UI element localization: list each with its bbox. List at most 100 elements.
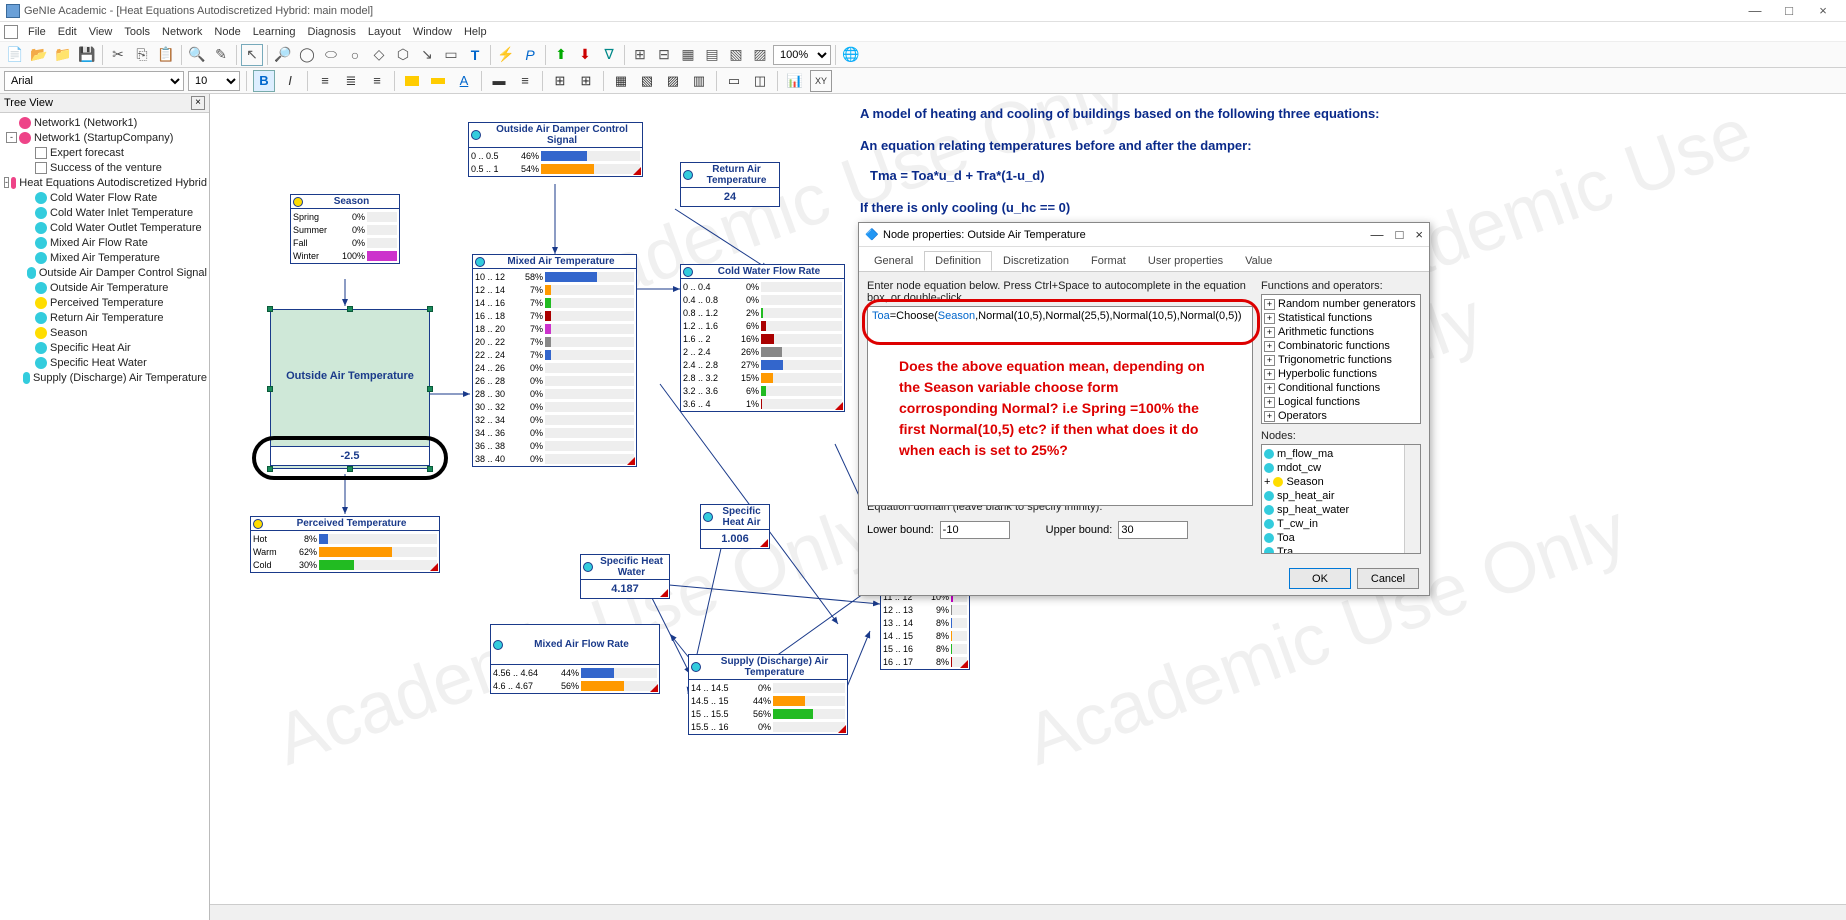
node-supply-air-temp[interactable]: Supply (Discharge) Air Temperature 14 ..… (688, 654, 848, 735)
line-color-button[interactable] (427, 70, 449, 92)
copy-icon[interactable]: ⎘ (131, 44, 153, 66)
font-name-select[interactable]: Arial (4, 71, 184, 91)
menu-tools[interactable]: Tools (124, 26, 150, 38)
cut-icon[interactable]: ✂ (107, 44, 129, 66)
bold-button[interactable]: B (253, 70, 275, 92)
tree-close-button[interactable]: × (191, 96, 205, 110)
node-perceived-temp[interactable]: Perceived Temperature Hot8%Warm62%Cold30… (250, 516, 440, 573)
canvas[interactable]: Academic Use Only Academic Use Only Acad… (210, 94, 1846, 920)
dialog-maximize-button[interactable]: □ (1396, 227, 1404, 242)
layer1-button[interactable]: ▦ (610, 70, 632, 92)
align-right-button[interactable]: ≡ (366, 70, 388, 92)
function-item[interactable]: +Trigonometric functions (1264, 353, 1418, 367)
node-list-item[interactable]: +Season (1264, 475, 1418, 489)
arrow-up-green-icon[interactable]: ⬆ (550, 44, 572, 66)
node-damper[interactable]: Outside Air Damper Control Signal 0 .. 0… (468, 122, 643, 177)
folder-icon[interactable]: 📁 (52, 44, 74, 66)
grid4-icon[interactable]: ▨ (749, 44, 771, 66)
ellipse2-icon[interactable]: ⬭ (320, 44, 342, 66)
grid-off-button[interactable]: ⊞ (575, 70, 597, 92)
edit-icon[interactable]: ✎ (210, 44, 232, 66)
function-item[interactable]: +Operators (1264, 409, 1418, 423)
horizontal-scrollbar[interactable] (210, 904, 1846, 920)
lower-bound-input[interactable] (940, 521, 1010, 539)
tab-user-properties[interactable]: User properties (1137, 251, 1234, 271)
node-specific-heat-water[interactable]: Specific Heat Water 4.187 (580, 554, 670, 599)
function-item[interactable]: +Statistical functions (1264, 311, 1418, 325)
maximize-button[interactable]: □ (1772, 3, 1806, 18)
menu-help[interactable]: Help (464, 26, 487, 38)
menu-diagnosis[interactable]: Diagnosis (308, 26, 356, 38)
open-icon[interactable]: 📂 (28, 44, 50, 66)
node-properties-dialog[interactable]: 🔷 Node properties: Outside Air Temperatu… (858, 222, 1430, 596)
view1-button[interactable]: ▭ (723, 70, 745, 92)
upper-bound-input[interactable] (1118, 521, 1188, 539)
grid1-icon[interactable]: ▦ (677, 44, 699, 66)
hex-icon[interactable]: ⬡ (392, 44, 414, 66)
grid3-icon[interactable]: ▧ (725, 44, 747, 66)
minimize-button[interactable]: — (1738, 3, 1772, 18)
find-icon[interactable]: 🔍 (186, 44, 208, 66)
pointer-icon[interactable]: ↖ (241, 44, 263, 66)
tree-item[interactable]: Perceived Temperature (2, 295, 207, 310)
menu-learning[interactable]: Learning (253, 26, 296, 38)
menu-view[interactable]: View (89, 26, 113, 38)
globe-icon[interactable]: 🌐 (840, 44, 862, 66)
tree-item[interactable]: Return Air Temperature (2, 310, 207, 325)
tree-item[interactable]: Cold Water Inlet Temperature (2, 205, 207, 220)
tree-item[interactable]: Outside Air Temperature (2, 280, 207, 295)
node-list-item[interactable]: sp_heat_air (1264, 489, 1418, 503)
dialog-close-button[interactable]: × (1415, 227, 1423, 242)
node-list-item[interactable]: T_cw_in (1264, 517, 1418, 531)
function-item[interactable]: +Arithmetic functions (1264, 325, 1418, 339)
node-mixed-air-flow-rate[interactable]: Mixed Air Flow Rate 4.56 .. 4.6444%4.6 .… (490, 624, 660, 694)
tree-item[interactable]: -Heat Equations Autodiscretized Hybrid (2, 175, 207, 190)
function-item[interactable]: +Combinatoric functions (1264, 339, 1418, 353)
xy-button[interactable]: XY (810, 70, 832, 92)
font-size-select[interactable]: 10 (188, 71, 240, 91)
zoom-select[interactable]: 100% (773, 45, 831, 65)
node-partial[interactable]: 11 .. 1210%12 .. 139%13 .. 148%14 .. 158… (880, 589, 970, 670)
menu-file[interactable]: File (28, 26, 46, 38)
close-button[interactable]: × (1806, 3, 1840, 18)
node-return-air-temp[interactable]: Return Air Temperature 24 (680, 162, 780, 207)
tree-item[interactable]: Specific Heat Water (2, 355, 207, 370)
node-list-item[interactable]: m_flow_ma (1264, 447, 1418, 461)
grid-snap-button[interactable]: ⊞ (549, 70, 571, 92)
align-left-button[interactable]: ≡ (314, 70, 336, 92)
view2-button[interactable]: ◫ (749, 70, 771, 92)
tree-item[interactable]: Success of the venture (2, 160, 207, 175)
ellipse-icon[interactable]: ◯ (296, 44, 318, 66)
tree-item[interactable]: Supply (Discharge) Air Temperature (2, 370, 207, 385)
align-center-button[interactable]: ≣ (340, 70, 362, 92)
tree-item[interactable]: Cold Water Flow Rate (2, 190, 207, 205)
tab-general[interactable]: General (863, 251, 924, 271)
circle-icon[interactable]: ○ (344, 44, 366, 66)
zoom-icon[interactable]: 🔎 (272, 44, 294, 66)
tree-item[interactable]: Expert forecast (2, 145, 207, 160)
function-item[interactable]: +Hyperbolic functions (1264, 367, 1418, 381)
functions-list[interactable]: +Random number generators+Statistical fu… (1261, 294, 1421, 424)
italic-button[interactable]: I (279, 70, 301, 92)
tree-item[interactable]: Mixed Air Temperature (2, 250, 207, 265)
function-item[interactable]: +Logical functions (1264, 395, 1418, 409)
layer4-button[interactable]: ▥ (688, 70, 710, 92)
tree-item[interactable]: Cold Water Outlet Temperature (2, 220, 207, 235)
paste-icon[interactable]: 📋 (155, 44, 177, 66)
node-cold-water-flow[interactable]: Cold Water Flow Rate 0 .. 0.40%0.4 .. 0.… (680, 264, 845, 412)
tree-item[interactable]: Season (2, 325, 207, 340)
node-list-item[interactable]: sp_heat_water (1264, 503, 1418, 517)
node-season[interactable]: Season Spring0%Summer0%Fall0%Winter100% (290, 194, 400, 264)
lines-button[interactable]: ≡ (514, 70, 536, 92)
save-icon[interactable]: 💾 (76, 44, 98, 66)
rect-icon[interactable]: ▭ (440, 44, 462, 66)
function-item[interactable]: +Random number generators (1264, 297, 1418, 311)
menu-window[interactable]: Window (413, 26, 452, 38)
tab-format[interactable]: Format (1080, 251, 1137, 271)
text-icon[interactable]: T (464, 44, 486, 66)
lightning-icon[interactable]: ⚡ (495, 44, 517, 66)
tab-discretization[interactable]: Discretization (992, 251, 1080, 271)
node-list-item[interactable]: Tra (1264, 545, 1418, 554)
node-list-item[interactable]: mdot_cw (1264, 461, 1418, 475)
chart-button[interactable]: 📊 (784, 70, 806, 92)
